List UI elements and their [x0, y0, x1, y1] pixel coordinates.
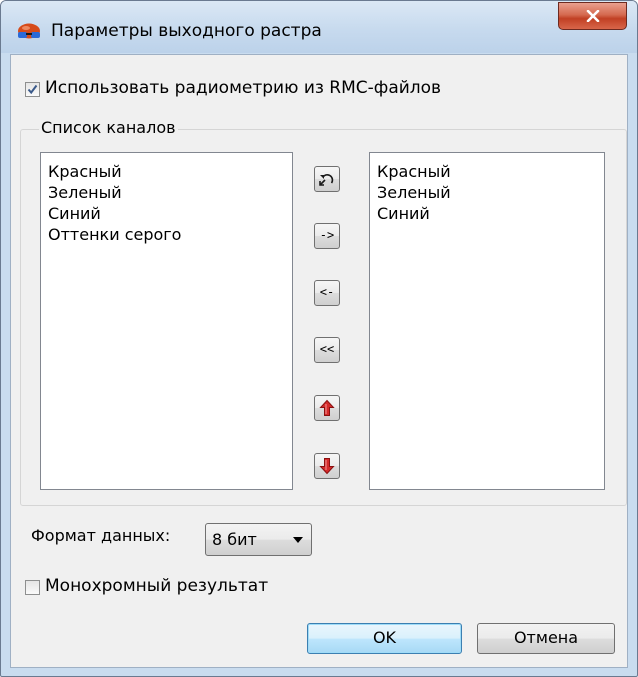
move-up-button[interactable] — [314, 395, 340, 421]
checkmark-icon — [27, 84, 38, 95]
list-item[interactable]: Оттенки серого — [48, 224, 285, 245]
data-format-value: 8 бит — [212, 530, 257, 549]
use-radiometry-label[interactable]: Использовать радиометрию из RMC-файлов — [45, 78, 441, 98]
use-radiometry-checkbox[interactable] — [25, 82, 40, 97]
selected-channels-list[interactable]: Красный Зеленый Синий — [369, 152, 605, 490]
move-down-button[interactable] — [314, 453, 340, 479]
list-item[interactable]: Зеленый — [48, 182, 285, 203]
dialog-window: Параметры выходного растра Использовать … — [0, 0, 638, 677]
undo-icon — [319, 174, 334, 186]
arrow-up-icon — [319, 399, 335, 416]
title-bar[interactable]: Параметры выходного растра — [1, 1, 637, 53]
add-channel-button[interactable]: -> — [314, 223, 340, 249]
app-icon — [18, 23, 40, 39]
list-item[interactable]: Красный — [48, 161, 285, 182]
close-icon — [586, 10, 600, 22]
list-item[interactable]: Красный — [377, 161, 597, 182]
arrow-down-icon — [319, 458, 335, 475]
ok-button[interactable]: OK — [307, 623, 462, 654]
window-title: Параметры выходного растра — [51, 21, 322, 41]
remove-channel-button[interactable]: <- — [314, 280, 340, 306]
monochrome-checkbox[interactable] — [25, 580, 40, 595]
cancel-button[interactable]: Отмена — [477, 623, 615, 654]
list-item[interactable]: Синий — [377, 203, 597, 224]
channels-group-title: Список каналов — [39, 118, 178, 137]
list-item[interactable]: Зеленый — [377, 182, 597, 203]
chevron-down-icon — [293, 537, 303, 543]
data-format-select[interactable]: 8 бит — [205, 523, 312, 556]
close-button[interactable] — [558, 2, 627, 30]
list-item[interactable]: Синий — [48, 203, 285, 224]
reset-channels-button[interactable] — [314, 166, 340, 192]
available-channels-list[interactable]: Красный Зеленый Синий Оттенки серого — [40, 152, 293, 490]
data-format-label: Формат данных: — [31, 526, 171, 545]
remove-all-channels-button[interactable]: << — [314, 337, 340, 363]
monochrome-label[interactable]: Монохромный результат — [45, 576, 268, 596]
